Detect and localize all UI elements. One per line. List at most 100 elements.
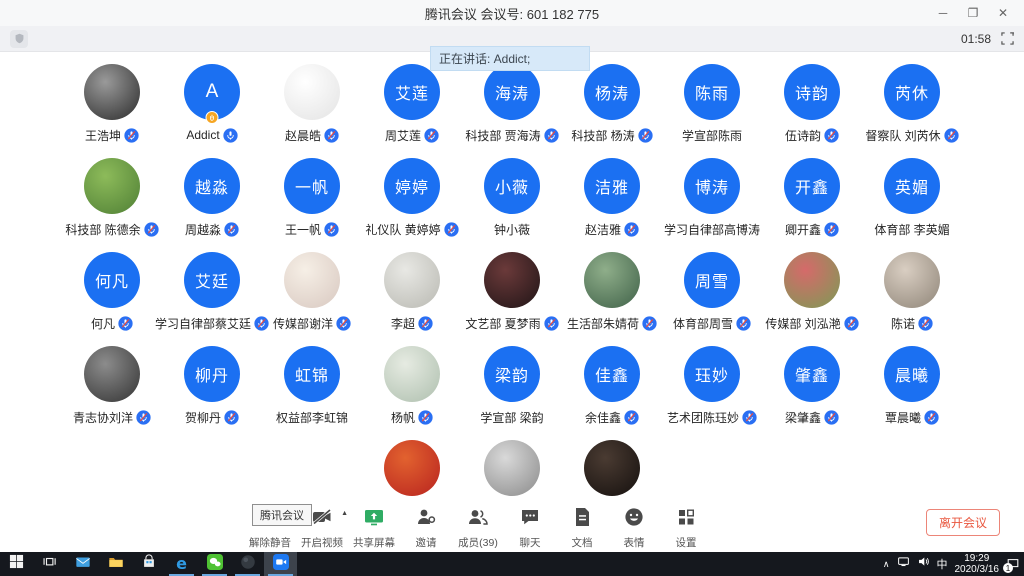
participant-cell[interactable]: 艾廷学习自律部蔡艾廷 <box>162 252 262 331</box>
participant-mic-muted[interactable] <box>418 316 433 331</box>
participant-cell[interactable]: 传媒部 刘泓滟 <box>762 252 862 331</box>
participant-mic-muted[interactable] <box>824 222 839 237</box>
hidden-icons-chevron[interactable]: ∧ <box>883 559 890 570</box>
participant-mic-muted[interactable] <box>118 316 133 331</box>
participant-mic-muted[interactable] <box>624 410 639 425</box>
participant-cell[interactable]: 杨帆 <box>362 346 462 425</box>
taskbar-clock[interactable]: 19:29 2020/3/16 <box>955 553 1000 575</box>
taskbar-wechat[interactable] <box>198 552 231 576</box>
participant-mic-muted[interactable] <box>224 222 239 237</box>
participants-row: 何凡何凡艾廷学习自律部蔡艾廷传媒部谢洋李超文艺部 夏梦雨生活部朱婧荷周雪体育部周… <box>0 252 1024 331</box>
participant-cell[interactable]: 开鑫卿开鑫 <box>762 158 862 237</box>
participant-mic-muted[interactable] <box>638 128 653 143</box>
taskbar-taskview[interactable] <box>33 552 66 576</box>
participant-mic-muted[interactable] <box>742 410 757 425</box>
taskbar-darkapp[interactable] <box>231 552 264 576</box>
toolbar-invite-button[interactable]: 邀请 <box>400 504 452 550</box>
volume-icon[interactable] <box>917 555 930 573</box>
participant-cell[interactable]: 传媒部谢洋 <box>262 252 362 331</box>
participant-cell[interactable]: 青志协刘洋 <box>62 346 162 425</box>
ime-indicator[interactable]: 中 <box>937 556 948 572</box>
participant-cell[interactable]: 梁韵学宣部 梁韵 <box>462 346 562 425</box>
participant-mic-on[interactable] <box>223 128 238 143</box>
maximize-button[interactable]: ❐ <box>958 0 988 26</box>
participant-mic-muted[interactable] <box>424 128 439 143</box>
participant-cell[interactable]: 艾莲周艾莲 <box>362 64 462 143</box>
action-center-icon[interactable]: 1 <box>1006 557 1020 571</box>
participant-mic-muted[interactable] <box>824 410 839 425</box>
participant-mic-muted[interactable] <box>824 128 839 143</box>
network-icon[interactable] <box>897 555 910 573</box>
participant-cell[interactable]: 晨曦覃晨曦 <box>862 346 962 425</box>
toolbar-docs-button[interactable]: 文档 <box>556 504 608 550</box>
toolbar-members-button[interactable]: 成员(39) <box>452 504 504 550</box>
participant-cell[interactable]: 英媚体育部 李英媚 <box>862 158 962 237</box>
participant-cell[interactable]: 虹锦权益部李虹锦 <box>262 346 362 425</box>
participant-cell[interactable]: 陈雨学宣部陈雨 <box>662 64 762 143</box>
participant-mic-muted[interactable] <box>736 316 751 331</box>
participant-cell[interactable]: 周雪体育部周雪 <box>662 252 762 331</box>
participant-mic-muted[interactable] <box>444 222 459 237</box>
taskbar-edge[interactable]: e <box>165 552 198 576</box>
participant-cell[interactable]: 珏妙艺术团陈珏妙 <box>662 346 762 425</box>
participant-cell[interactable]: 陈诺 <box>862 252 962 331</box>
participant-mic-muted[interactable] <box>918 316 933 331</box>
avatar-initials: 艾莲 <box>384 64 440 120</box>
participant-cell[interactable]: 洁雅赵洁雅 <box>562 158 662 237</box>
participant-mic-muted[interactable] <box>944 128 959 143</box>
participant-mic-muted[interactable] <box>418 410 433 425</box>
participant-mic-muted[interactable] <box>844 316 859 331</box>
participant-cell[interactable]: 小薇钟小薇 <box>462 158 562 237</box>
participant-cell[interactable]: 海涛科技部 贾海涛 <box>462 64 562 143</box>
participant-mic-muted[interactable] <box>136 410 151 425</box>
participant-cell[interactable]: 何凡何凡 <box>62 252 162 331</box>
participant-cell[interactable]: 诗韵伍诗韵 <box>762 64 862 143</box>
participant-cell[interactable]: 柳丹贺柳丹 <box>162 346 262 425</box>
participant-cell[interactable]: 李超 <box>362 252 462 331</box>
participant-mic-muted[interactable] <box>124 128 139 143</box>
participant-mic-muted[interactable] <box>624 222 639 237</box>
participant-mic-muted[interactable] <box>324 128 339 143</box>
participant-mic-muted[interactable] <box>224 410 239 425</box>
participant-name: 体育部 李英媚 <box>874 221 949 238</box>
meeting-health-icon[interactable] <box>10 30 28 48</box>
chevron-up-icon[interactable]: ▲ <box>341 510 348 517</box>
participant-cell[interactable]: 王浩坤 <box>62 64 162 143</box>
taskbar-start[interactable] <box>0 552 33 576</box>
taskbar-explorer[interactable] <box>99 552 132 576</box>
taskbar-mail[interactable] <box>66 552 99 576</box>
participant-cell[interactable]: 杨涛科技部 杨涛 <box>562 64 662 143</box>
participant-cell[interactable]: 婷婷礼仪队 黄婷婷 <box>362 158 462 237</box>
participant-cell[interactable]: 生活部朱婧荷 <box>562 252 662 331</box>
participant-cell[interactable]: 越淼周越淼 <box>162 158 262 237</box>
close-button[interactable]: ✕ <box>988 0 1018 26</box>
toolbar-chat-button[interactable]: 聊天 <box>504 504 556 550</box>
participant-mic-muted[interactable] <box>324 222 339 237</box>
toolbar-settings-button[interactable]: 设置 <box>660 504 712 550</box>
avatar-text: 陈雨 <box>695 80 729 104</box>
participant-cell[interactable]: 博涛学习自律部高博涛 <box>662 158 762 237</box>
participant-cell[interactable]: 一帆王一帆 <box>262 158 362 237</box>
avatar-photo <box>284 252 340 308</box>
participant-cell[interactable]: AAddict <box>162 64 262 143</box>
leave-meeting-button[interactable]: 离开会议 <box>926 509 1000 536</box>
participant-mic-muted[interactable] <box>544 128 559 143</box>
participant-mic-muted[interactable] <box>642 316 657 331</box>
taskbar-meeting[interactable] <box>264 552 297 576</box>
participant-mic-muted[interactable] <box>336 316 351 331</box>
minimize-button[interactable]: ─ <box>928 0 958 26</box>
participant-cell[interactable]: 科技部 陈德余 <box>62 158 162 237</box>
participant-mic-muted[interactable] <box>924 410 939 425</box>
taskbar-store[interactable] <box>132 552 165 576</box>
toolbar-emoji-button[interactable]: 表情 <box>608 504 660 550</box>
fullscreen-icon[interactable] <box>1001 32 1014 45</box>
participant-mic-muted[interactable] <box>544 316 559 331</box>
window-titlebar[interactable]: 腾讯会议 会议号: 601 182 775 ─❐✕ <box>0 0 1024 26</box>
participant-mic-muted[interactable] <box>144 222 159 237</box>
toolbar-share-button[interactable]: 共享屏幕 <box>348 504 400 550</box>
participant-cell[interactable]: 肇鑫梁肇鑫 <box>762 346 862 425</box>
participant-cell[interactable]: 文艺部 夏梦雨 <box>462 252 562 331</box>
participant-cell[interactable]: 芮休督察队 刘芮休 <box>862 64 962 143</box>
participant-cell[interactable]: 赵晨皓 <box>262 64 362 143</box>
participant-cell[interactable]: 佳鑫余佳鑫 <box>562 346 662 425</box>
